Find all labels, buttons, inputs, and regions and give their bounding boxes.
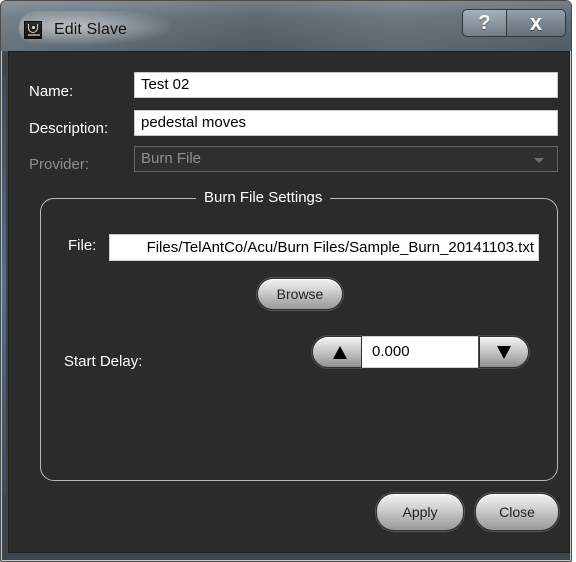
start-delay-input[interactable]: 0.000: [362, 336, 479, 368]
file-path-value: Files/TelAntCo/Acu/Burn Files/Sample_Bur…: [146, 239, 534, 256]
window-edge-glow: [1, 75, 6, 495]
name-label: Name:: [29, 83, 74, 100]
title-bar[interactable]: Edit Slave ? x: [1, 1, 571, 51]
triangle-down-icon: [497, 346, 511, 359]
close-icon: x: [529, 10, 543, 35]
close-button-label: Close: [499, 504, 535, 520]
dialog-content: Name: Test 02 Description: pedestal move…: [8, 51, 570, 553]
browse-button-label: Browse: [276, 286, 324, 302]
edit-slave-dialog: Edit Slave ? x Name: Test 02 Description…: [0, 0, 572, 562]
app-icon: [24, 21, 42, 39]
close-window-button[interactable]: x: [506, 9, 566, 37]
help-icon: ?: [478, 11, 491, 34]
file-label: File:: [68, 237, 97, 254]
start-delay-label: Start Delay:: [64, 353, 143, 370]
start-delay-decrease-button[interactable]: [479, 336, 529, 368]
description-input[interactable]: pedestal moves: [134, 110, 558, 136]
provider-label: Provider:: [29, 156, 90, 173]
title-bar-buttons: ? x: [462, 9, 567, 37]
app-icon-dot: [32, 26, 35, 29]
description-label: Description:: [29, 120, 109, 137]
chevron-down-icon: [534, 158, 544, 163]
triangle-up-icon: [333, 346, 347, 359]
browse-button[interactable]: Browse: [257, 278, 343, 310]
name-input[interactable]: Test 02: [134, 72, 558, 98]
provider-selected-value: Burn File: [141, 150, 202, 167]
file-path-input[interactable]: Files/TelAntCo/Acu/Burn Files/Sample_Bur…: [109, 234, 539, 261]
provider-dropdown[interactable]: Burn File: [134, 146, 558, 172]
help-button[interactable]: ?: [462, 9, 507, 37]
window-title: Edit Slave: [54, 21, 128, 38]
apply-button[interactable]: Apply: [376, 493, 464, 531]
start-delay-increase-button[interactable]: [312, 336, 362, 368]
apply-button-label: Apply: [402, 504, 438, 520]
close-button[interactable]: Close: [475, 493, 559, 531]
burn-file-settings-title: Burn File Settings: [196, 188, 331, 208]
app-icon-base: [28, 34, 40, 36]
